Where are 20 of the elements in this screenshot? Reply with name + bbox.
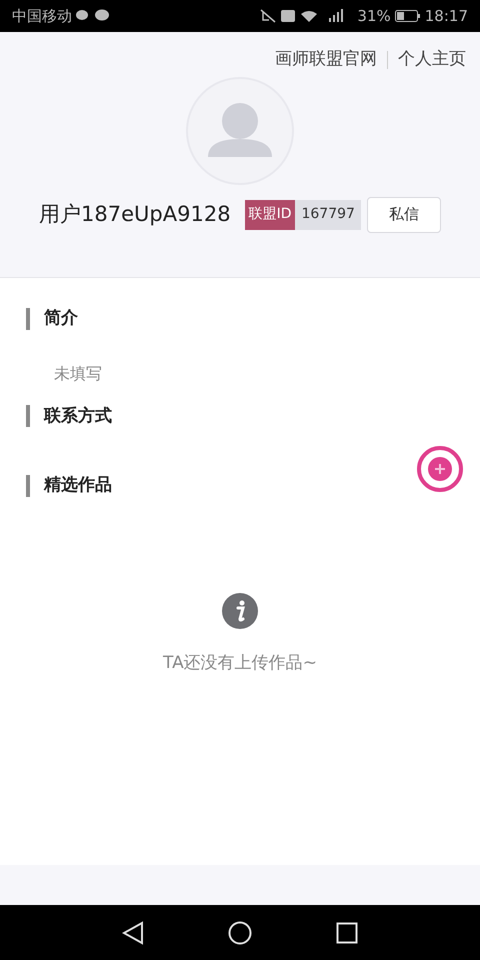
battery-icon — [394, 10, 421, 22]
home-icon[interactable] — [228, 920, 252, 944]
username: 用户187eUpA9128 — [39, 200, 231, 228]
back-icon[interactable] — [122, 920, 144, 944]
carrier-text: 中国移动 — [12, 6, 72, 27]
id-label: 联盟ID — [244, 200, 296, 230]
empty-message: TA还没有上传作品~ — [163, 652, 317, 674]
battery-text: 31% — [357, 6, 391, 27]
id-value: 167797 — [295, 200, 361, 230]
message-button[interactable]: 私信 — [366, 196, 441, 232]
section-title: 联系方式 — [44, 404, 112, 428]
clock-text: 18:17 — [424, 6, 468, 27]
info-icon — [222, 592, 258, 628]
homepage-link[interactable]: 个人主页 — [398, 47, 466, 72]
section-title: 精选作品 — [44, 474, 112, 497]
section-text: 未填写 — [53, 362, 103, 384]
official-site-link[interactable]: 画师联盟官网 — [275, 47, 377, 72]
add-button[interactable] — [416, 445, 464, 493]
recent-apps-icon[interactable] — [336, 922, 358, 944]
section-title: 简介 — [44, 307, 78, 330]
